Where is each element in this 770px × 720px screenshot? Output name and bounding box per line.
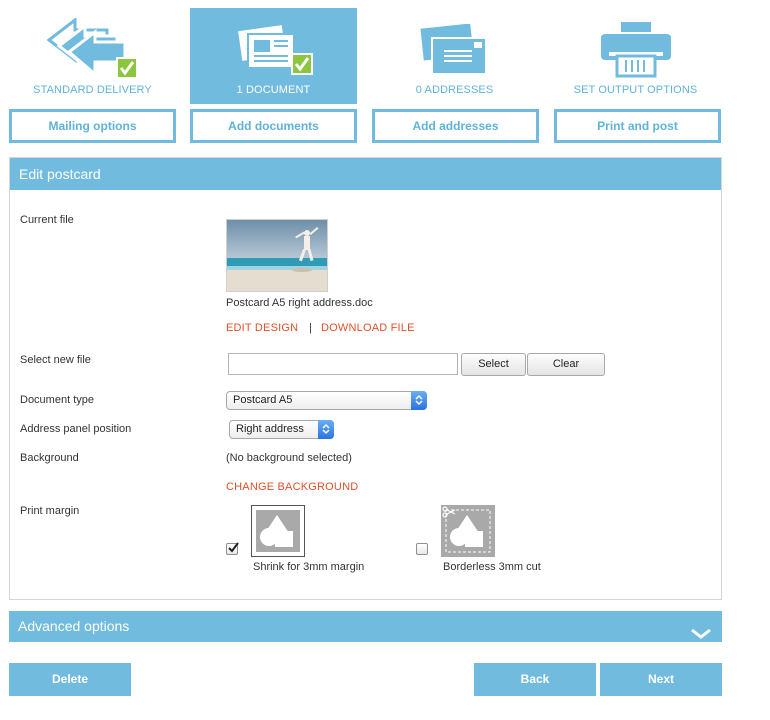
shrink-margin-checkbox[interactable] — [226, 542, 239, 555]
address-panel-value: Right address — [236, 423, 304, 435]
beach-image — [227, 220, 327, 291]
add-addresses-button[interactable]: Add addresses — [372, 109, 539, 143]
step-output-options[interactable]: SET OUTPUT OPTIONS — [552, 8, 719, 104]
panel-title: Edit postcard — [10, 158, 721, 190]
step-label: 1 DOCUMENT — [236, 84, 311, 96]
delete-button[interactable]: Delete — [9, 663, 131, 696]
select-file-button[interactable]: Select — [461, 353, 526, 376]
step-label: STANDARD DELIVERY — [33, 84, 152, 96]
edit-design-link[interactable]: EDIT DESIGN — [226, 322, 298, 334]
current-file-label: Current file — [20, 214, 74, 226]
background-label: Background — [20, 452, 79, 464]
address-panel-select[interactable]: Right address — [229, 420, 334, 439]
next-button[interactable]: Next — [600, 663, 722, 696]
step-label: SET OUTPUT OPTIONS — [573, 84, 698, 96]
select-arrows-icon — [411, 391, 427, 410]
clear-file-button[interactable]: Clear — [527, 353, 605, 376]
select-arrows-icon — [318, 420, 334, 439]
delivery-arrow-icon — [46, 16, 139, 83]
progress-steps: STANDARD DELIVERY 1 DOCUMENT 0 ADDRESSES… — [9, 8, 722, 104]
chevron-down-icon — [690, 620, 712, 651]
documents-icon — [234, 22, 314, 81]
print-and-post-button[interactable]: Print and post — [554, 109, 721, 143]
printer-icon — [599, 22, 673, 81]
document-type-value: Postcard A5 — [233, 394, 293, 406]
edit-postcard-panel: Edit postcard Current file Postcard A5 r… — [9, 157, 722, 600]
mailing-options-button[interactable]: Mailing options — [9, 109, 176, 143]
postcard-thumbnail — [226, 219, 328, 292]
shrink-margin-icon[interactable] — [251, 505, 305, 560]
change-background-link[interactable]: CHANGE BACKGROUND — [226, 481, 358, 493]
new-file-input[interactable] — [228, 353, 458, 375]
envelopes-icon — [419, 23, 490, 79]
step-documents[interactable]: 1 DOCUMENT — [190, 8, 357, 104]
step-addresses[interactable]: 0 ADDRESSES — [371, 8, 538, 104]
current-file-name: Postcard A5 right address.doc — [226, 297, 373, 309]
document-type-label: Document type — [20, 394, 94, 406]
advanced-options-label: Advanced options — [18, 618, 130, 634]
print-margin-label: Print margin — [20, 505, 80, 517]
address-panel-position-label: Address panel position — [20, 423, 132, 435]
advanced-options-toggle[interactable]: Advanced options — [9, 611, 722, 642]
document-type-select[interactable]: Postcard A5 — [226, 391, 427, 410]
shrink-margin-label: Shrink for 3mm margin — [253, 561, 365, 573]
select-new-file-label: Select new file — [20, 354, 91, 366]
background-value: (No background selected) — [226, 452, 352, 464]
borderless-cut-checkbox[interactable] — [416, 543, 428, 555]
borderless-cut-label: Borderless 3mm cut — [443, 561, 541, 573]
add-documents-button[interactable]: Add documents — [190, 109, 357, 143]
step-label: 0 ADDRESSES — [415, 84, 494, 96]
step-standard-delivery[interactable]: STANDARD DELIVERY — [9, 8, 176, 104]
back-button[interactable]: Back — [474, 663, 596, 696]
link-separator: | — [309, 322, 312, 334]
download-file-link[interactable]: DOWNLOAD FILE — [321, 322, 415, 334]
borderless-cut-icon[interactable] — [441, 505, 495, 560]
